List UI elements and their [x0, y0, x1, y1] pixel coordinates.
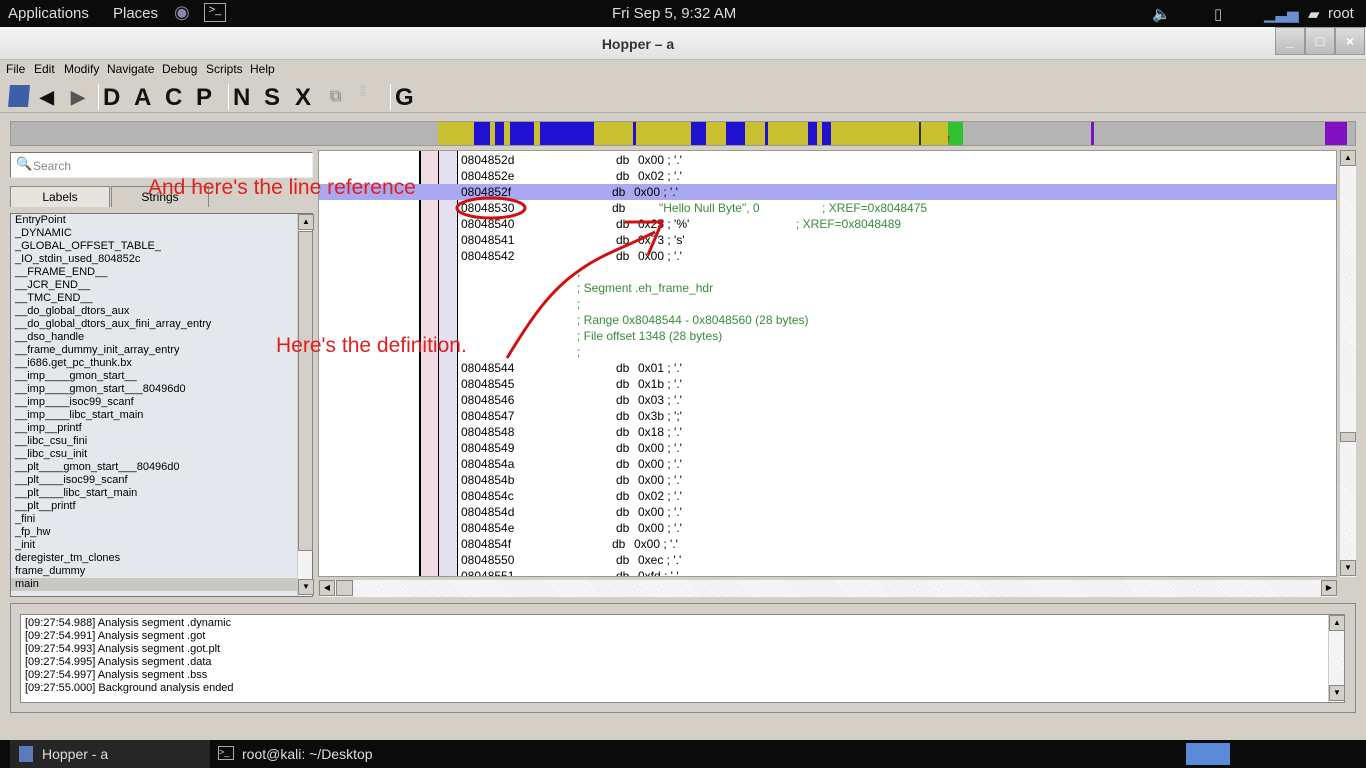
annotation-arrow: [505, 220, 665, 359]
hopper-icon: [19, 746, 33, 762]
taskbar-label: root@kali: ~/Desktop: [242, 746, 373, 762]
taskbar-item-hopper[interactable]: Hopper - a: [10, 740, 210, 768]
taskbar-label: Hopper - a: [42, 746, 109, 762]
terminal-icon: >_: [218, 746, 234, 760]
workspace-switcher[interactable]: [1186, 743, 1230, 765]
taskbar-item-terminal[interactable]: >_ root@kali: ~/Desktop: [212, 740, 462, 768]
annotation-circle: [455, 196, 527, 220]
taskbar: Hopper - a >_ root@kali: ~/Desktop: [0, 740, 1366, 768]
annotation-drawing: [455, 196, 665, 359]
